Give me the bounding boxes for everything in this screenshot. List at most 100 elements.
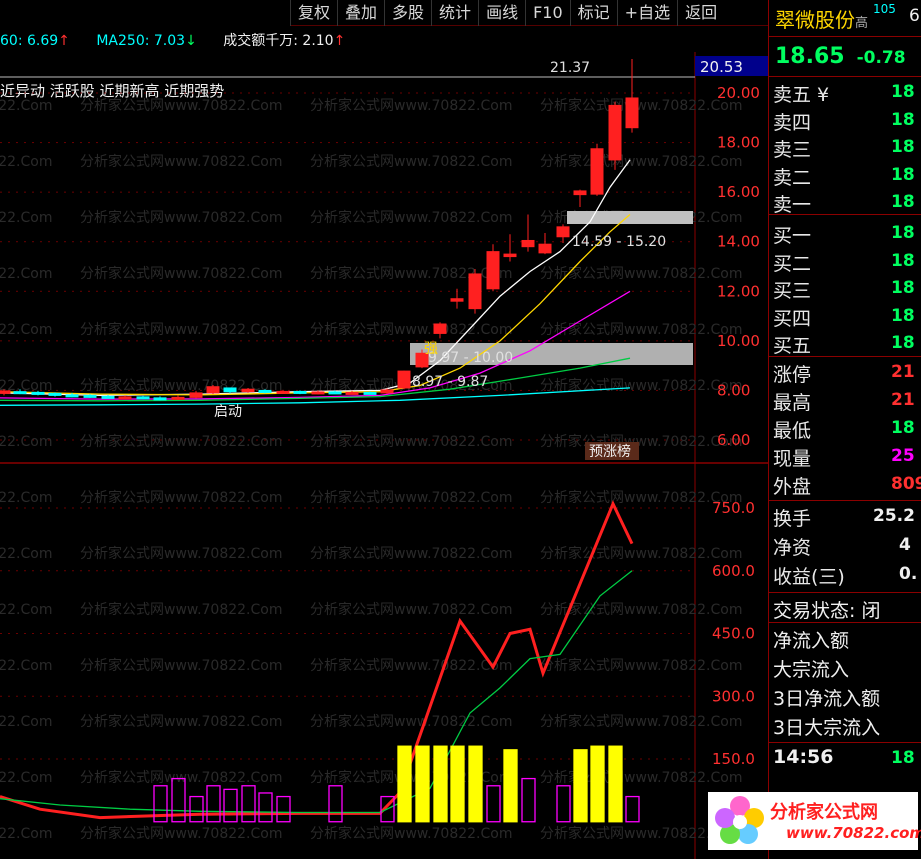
stock-extra: 6 — [909, 6, 920, 26]
stat-label: 净资 — [773, 537, 812, 559]
volume-bar — [206, 785, 221, 823]
order-book-value: 18 — [891, 333, 915, 354]
watermark-text: 分析家公式网www.70822.Com — [80, 769, 282, 786]
watermark-text: 分析家公式网www.70822.Com — [0, 601, 52, 618]
strong-label: 强 — [424, 341, 438, 357]
candle-body — [223, 387, 237, 393]
last-trade-time: 14:56 — [773, 746, 834, 768]
volume-bar — [258, 792, 273, 823]
zone-lower-label-b: 8.97 - 9.87 — [412, 374, 488, 390]
candle-body — [328, 391, 342, 395]
mark-button[interactable]: 标记 — [569, 0, 617, 26]
volume-bar — [397, 745, 412, 823]
order-book-label: 买三 — [773, 280, 812, 303]
watermark-text: 分析家公式网www.70822.Com — [540, 153, 742, 170]
candle-body — [450, 298, 464, 302]
stat-value: 21 — [891, 390, 915, 410]
stat-label: 最高 — [773, 392, 812, 414]
divider — [769, 76, 921, 77]
zone-upper-label: 14.59 - 15.20 — [572, 234, 666, 250]
volume-bar — [276, 795, 291, 823]
watermark-text: 分析家公式网www.70822.Com — [310, 601, 512, 618]
candle-body — [276, 390, 290, 394]
volume-bar — [503, 749, 518, 823]
multi-stock-button[interactable]: 多股 — [384, 0, 431, 26]
price-tick-label: 16.00 — [717, 183, 760, 201]
candle-body — [503, 253, 517, 258]
stat-value: 4 — [899, 535, 911, 555]
watermark-text: 分析家公式网www.70822.Com — [540, 657, 742, 674]
divider — [769, 742, 921, 743]
stock-name[interactable]: 翠微股份 — [775, 8, 855, 32]
divider — [769, 622, 921, 623]
candle-body — [136, 396, 150, 400]
flow-label: 净流入额 — [773, 630, 850, 652]
stat-label: 外盘 — [773, 476, 812, 498]
candle-body — [241, 388, 255, 393]
order-book-label: 卖二 — [773, 166, 812, 189]
flow-label: 大宗流入 — [773, 659, 850, 681]
watermark-text: 分析家公式网www.70822.Com — [310, 657, 512, 674]
candle-body — [625, 97, 639, 129]
divider — [769, 214, 921, 215]
order-book-label: 买五 — [773, 335, 812, 358]
logo-text: 分析家公式网 — [770, 802, 878, 823]
candle-body — [153, 397, 167, 401]
watermark-text: 分析家公式网www.70822.Com — [0, 321, 52, 338]
candle-body — [608, 104, 622, 161]
candle-body — [171, 396, 185, 400]
candle-body — [206, 386, 220, 394]
add-watchlist-button[interactable]: +自选 — [616, 0, 677, 26]
back-button[interactable]: 返回 — [677, 0, 724, 26]
watermark-text: 分析家公式网www.70822.Com — [540, 97, 742, 114]
last-trade-value: 18 — [891, 748, 915, 768]
order-book-value: 18 — [891, 223, 915, 243]
f10-button[interactable]: F10 — [525, 0, 570, 26]
overlay-button[interactable]: 叠加 — [337, 0, 384, 26]
stat-label: 现量 — [773, 448, 812, 470]
watermark-text: 分析家公式网www.70822.Com — [540, 769, 742, 786]
stat-label: 涨停 — [773, 364, 812, 386]
candle-body — [538, 243, 552, 254]
watermark-text: 分析家公式网www.70822.Com — [310, 433, 512, 450]
restore-rights-button[interactable]: 复权 — [290, 0, 337, 26]
watermark-text: 分析家公式网www.70822.Com — [310, 825, 512, 842]
trade-status: 交易状态: 闭 — [773, 600, 881, 622]
price-tick-label: 20.00 — [717, 84, 760, 102]
resistance-zone-upper — [567, 211, 693, 224]
volume-bar — [486, 785, 501, 823]
watermark-text: 分析家公式网www.70822.Com — [80, 489, 282, 506]
candle-body — [258, 389, 272, 393]
statistics-button[interactable]: 统计 — [431, 0, 478, 26]
flow-label: 3日大宗流入 — [773, 717, 881, 739]
stock-name-suffix: 高 — [855, 16, 869, 31]
stat-value: 25 — [891, 446, 915, 466]
watermark-text: 分析家公式网www.70822.Com — [0, 657, 52, 674]
kline-chart[interactable]: 分析家公式网www.70822.Com 分析家公式网www.70822.Com 分析… — [0, 26, 768, 859]
volume-bar — [573, 749, 588, 823]
watermark-text: 分析家公式网www.70822.Com — [310, 489, 512, 506]
volume-bar — [415, 745, 430, 823]
volume-tick-label: 450.0 — [712, 625, 755, 643]
watermark-text: 分析家公式网www.70822.Com — [310, 321, 512, 338]
stat-value: 0. — [899, 564, 918, 584]
moving-averages — [0, 159, 631, 406]
watermark-text: 分析家公式网www.70822.Com — [80, 153, 282, 170]
current-price: 18.65 — [775, 44, 845, 69]
candle-body — [486, 251, 500, 290]
rank-badge[interactable]: 预涨榜 — [589, 443, 631, 460]
volume-bar — [590, 745, 605, 823]
top-toolbar: 复权 叠加 多股 统计 画线 F10 标记 +自选 返回 — [290, 0, 768, 26]
price-tick-label: 6.00 — [717, 431, 750, 449]
candle-body — [380, 389, 394, 394]
watermark-text: 分析家公式网www.70822.Com — [80, 657, 282, 674]
order-book-value: 18 — [891, 250, 915, 271]
watermark-text: 分析家公式网www.70822.Com — [0, 209, 52, 226]
volume-tick-label: 750.0 — [712, 499, 755, 517]
candle-body — [573, 190, 587, 196]
draw-line-button[interactable]: 画线 — [478, 0, 525, 26]
candle-body — [83, 394, 97, 398]
stat-label: 最低 — [773, 420, 812, 442]
watermark-text: 分析家公式网www.70822.Com — [540, 433, 742, 450]
site-logo: 分析家公式网 www.70822.com — [708, 792, 921, 850]
